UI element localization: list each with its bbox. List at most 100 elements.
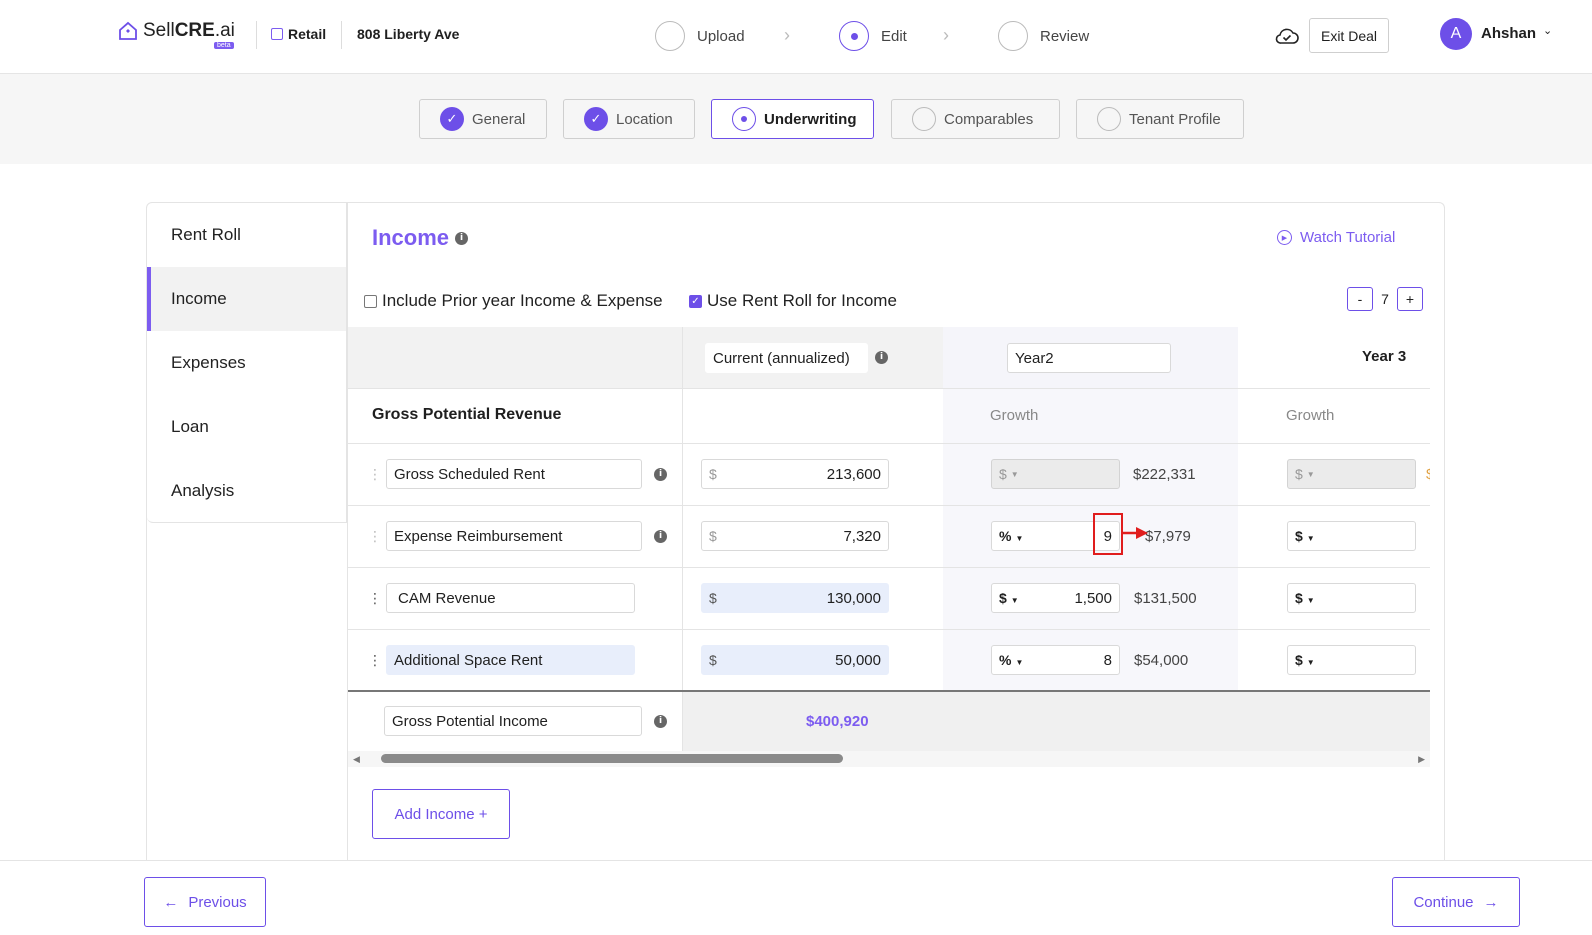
divider (348, 629, 1430, 630)
total-name-text: Gross Potential Income (392, 712, 548, 730)
info-icon[interactable]: i (875, 351, 888, 364)
brand-sell: Sell (143, 20, 175, 41)
watch-tutorial-link[interactable]: ▶ Watch Tutorial (1277, 229, 1395, 246)
chevron-right-icon: › (943, 25, 949, 45)
step-upload[interactable]: Upload (655, 21, 745, 51)
year2-label: Year2 (1015, 349, 1054, 367)
sellcre-logo[interactable]: Sell CRE .ai beta (118, 20, 235, 49)
chevron-right-icon: › (784, 25, 790, 45)
continue-button[interactable]: Continue → (1392, 877, 1520, 927)
year2-name-input[interactable]: Year2 (1007, 343, 1171, 373)
sidebar-item-rent-roll[interactable]: Rent Roll (147, 203, 346, 267)
tab-tenant-profile[interactable]: Tenant Profile (1076, 99, 1244, 139)
step-review[interactable]: Review (998, 21, 1089, 51)
growth-value-text[interactable]: 1,500 (1074, 590, 1112, 607)
income-name-field[interactable]: Expense Reimbursement (386, 521, 642, 551)
caret-down-icon: ▼ (1306, 658, 1315, 667)
growth-unit-text: % (999, 652, 1012, 668)
growth-unit-select[interactable]: $ ▼ (1295, 528, 1315, 544)
sidebar-item-analysis[interactable]: Analysis (147, 459, 346, 523)
include-prior-year-option[interactable]: Include Prior year Income & Expense (364, 291, 663, 311)
info-icon[interactable]: i (654, 468, 667, 481)
scroll-right-icon[interactable]: ▶ (1418, 754, 1425, 765)
income-name-field[interactable]: Additional Space Rent (386, 645, 635, 675)
year3-growth-input[interactable]: $ ▼ (1287, 583, 1416, 613)
tab-label: Tenant Profile (1129, 110, 1221, 128)
radio-empty-icon (1097, 107, 1121, 131)
increment-years-button[interactable]: + (1397, 287, 1423, 311)
divider (348, 443, 1430, 444)
growth-unit-select[interactable]: $ ▼ (999, 590, 1019, 606)
growth-unit-text: $ (1295, 528, 1303, 544)
previous-button[interactable]: ← Previous (144, 877, 266, 927)
divider (341, 21, 342, 49)
scroll-left-icon[interactable]: ◀ (353, 754, 360, 765)
info-icon[interactable]: i (654, 715, 667, 728)
income-name-text: Additional Space Rent (394, 651, 543, 669)
growth-unit-select: $ (999, 466, 1007, 482)
arrow-left-icon: ← (163, 893, 179, 911)
growth-value-text[interactable]: 8 (1104, 652, 1112, 669)
tab-underwriting[interactable]: Underwriting (711, 99, 874, 139)
scroll-thumb[interactable] (381, 754, 843, 763)
growth-unit-select[interactable]: % ▼ (999, 528, 1023, 544)
previous-label: Previous (188, 893, 247, 911)
growth-unit-select[interactable]: $ ▼ (1295, 652, 1315, 668)
current-value-text: 50,000 (835, 651, 881, 669)
tab-comparables[interactable]: Comparables (891, 99, 1060, 139)
cloud-saved-icon (1275, 28, 1299, 44)
income-name-field[interactable]: Gross Scheduled Rent (386, 459, 642, 489)
year2-value: $7,979 (1145, 528, 1191, 545)
exit-deal-button[interactable]: Exit Deal (1309, 18, 1389, 53)
current-value-field[interactable]: $130,000 (701, 583, 889, 613)
tab-label: Location (616, 110, 673, 128)
tab-label: Comparables (944, 110, 1034, 128)
avatar[interactable]: A (1440, 18, 1472, 50)
step-circle-icon (998, 21, 1028, 51)
year3-growth-input[interactable]: $ ▼ (1287, 521, 1416, 551)
add-income-button[interactable]: Add Income + (372, 789, 510, 839)
page-title-text: Income (372, 225, 450, 250)
current-value-field[interactable]: $50,000 (701, 645, 889, 675)
horizontal-scrollbar[interactable]: ◀ ▶ (348, 751, 1430, 767)
growth-unit-select[interactable]: % ▼ (999, 652, 1023, 668)
user-name[interactable]: Ahshan (1481, 25, 1536, 42)
include-prior-checkbox[interactable] (364, 294, 377, 308)
info-icon[interactable]: i (455, 231, 469, 245)
growth-input[interactable]: $ ▼ 1,500 (991, 583, 1120, 613)
sidebar-item-expenses[interactable]: Expenses (147, 331, 346, 395)
use-rent-roll-checkbox[interactable]: ✓ (689, 294, 702, 308)
currency-symbol: $ (709, 466, 717, 482)
tab-location[interactable]: ✓ Location (563, 99, 695, 139)
year3-value-truncated: $ (1426, 466, 1430, 483)
step-edit[interactable]: Edit (839, 21, 907, 51)
caret-down-icon: ▼ (1010, 469, 1019, 479)
use-rent-roll-option[interactable]: ✓ Use Rent Roll for Income (689, 291, 897, 311)
growth-unit-text: $ (1295, 590, 1303, 606)
year2-value: $54,000 (1134, 652, 1189, 669)
step-circle-icon (655, 21, 685, 51)
year3-growth-input[interactable]: $ ▼ (1287, 645, 1416, 675)
sidebar-item-loan[interactable]: Loan (147, 395, 346, 459)
year3-growth-input-disabled: $ ▼ (1287, 459, 1416, 489)
tab-label: General (472, 110, 526, 128)
decrement-years-button[interactable]: - (1347, 287, 1373, 311)
total-name-field[interactable]: Gross Potential Income (384, 706, 642, 736)
tab-general[interactable]: ✓ General (419, 99, 547, 139)
growth-unit-select[interactable]: $ ▼ (1295, 590, 1315, 606)
annotation-highlight-box (1093, 513, 1123, 555)
year2-value: $222,331 (1133, 466, 1196, 483)
chevron-down-icon[interactable]: ⌄ (1543, 24, 1552, 37)
income-name-field[interactable]: CAM Revenue (386, 583, 635, 613)
year2-value: $131,500 (1134, 590, 1197, 607)
info-icon[interactable]: i (654, 530, 667, 543)
current-value-text: 7,320 (843, 527, 881, 545)
current-value-field[interactable]: $213,600 (701, 459, 889, 489)
current-value-field[interactable]: $7,320 (701, 521, 889, 551)
sidebar-item-income[interactable]: Income (147, 267, 346, 331)
step-label: Edit (881, 27, 907, 45)
check-icon: ✓ (584, 107, 608, 131)
store-icon (271, 28, 283, 40)
top-bar: Sell CRE .ai beta Retail 808 Liberty Ave U… (0, 0, 1592, 74)
growth-input[interactable]: % ▼ 8 (991, 645, 1120, 675)
